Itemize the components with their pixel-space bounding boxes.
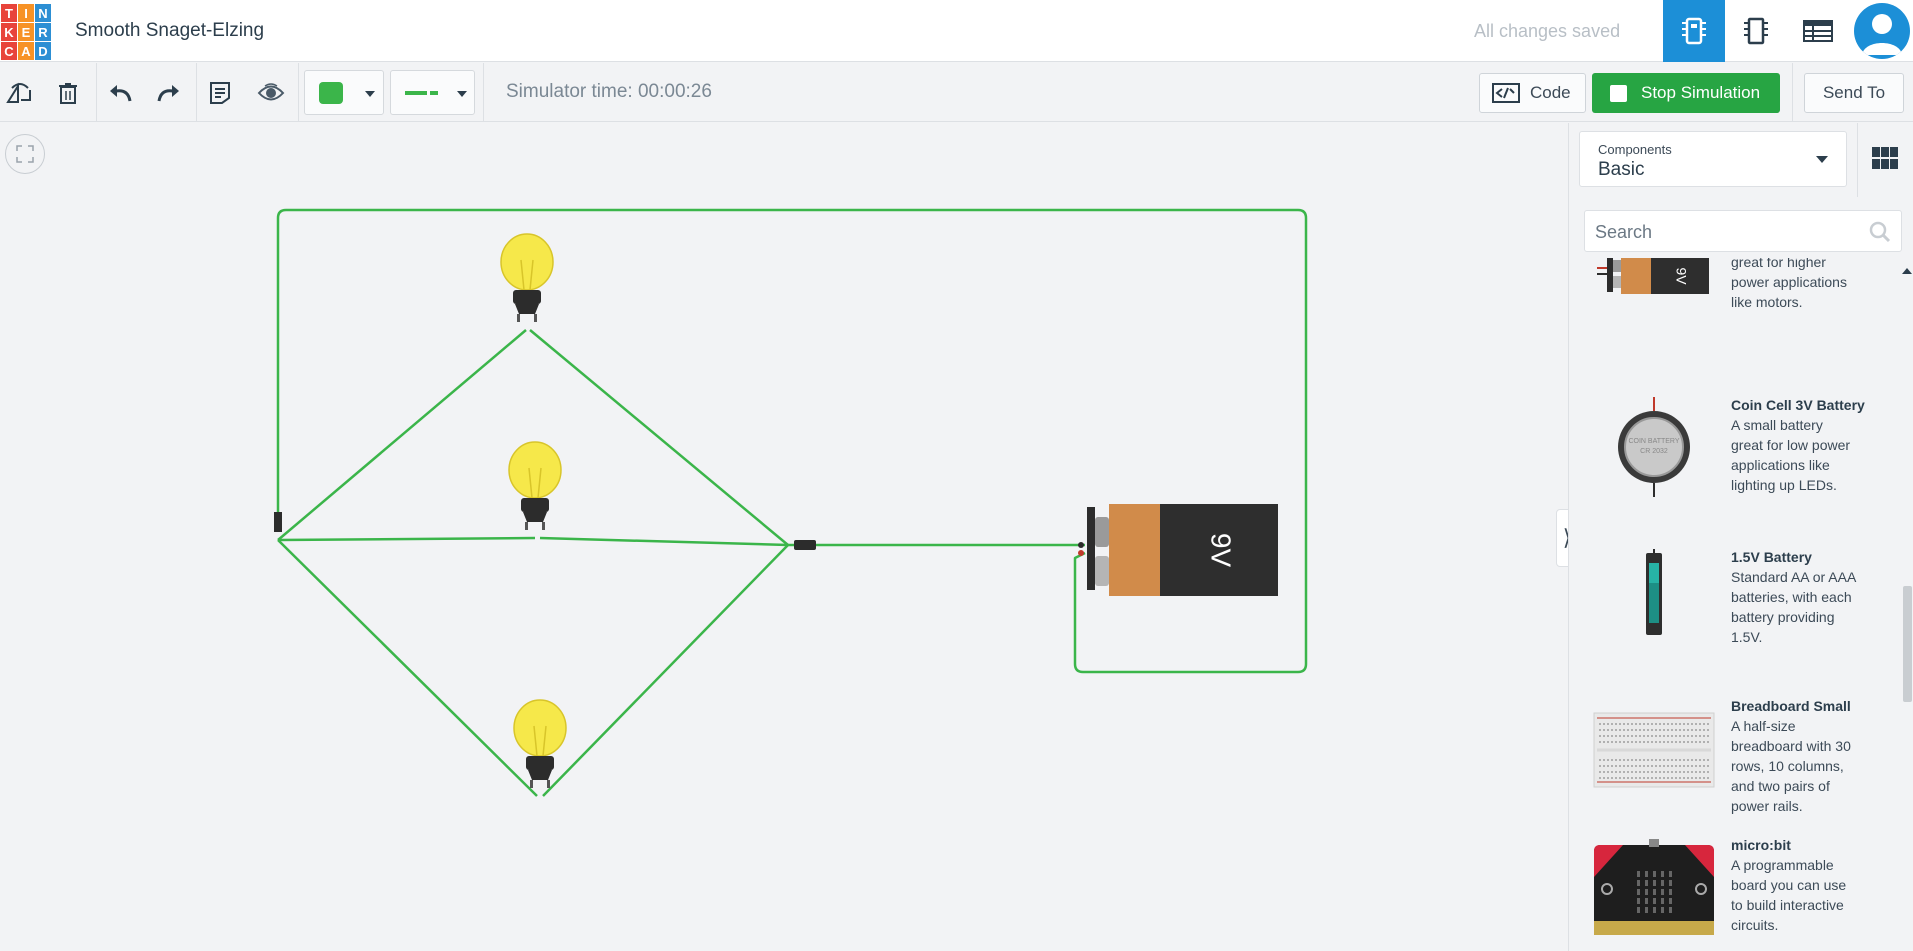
logo-letter: E — [18, 23, 34, 41]
wire-connector — [274, 512, 282, 532]
item-name: micro:bit — [1731, 837, 1791, 853]
rotate-button[interactable] — [0, 73, 40, 113]
item-desc: Standard AA or AAA batteries, with each … — [1731, 569, 1857, 645]
logo-letter: K — [1, 23, 17, 41]
components-panel: Components Basic 9V great for higher pow… — [1568, 123, 1913, 951]
coin-cell-icon: COIN BATTERY CR 2032 — [1618, 397, 1690, 497]
logo-letter: R — [35, 23, 51, 41]
project-title[interactable]: Smooth Snaget-Elzing — [75, 20, 264, 42]
send-to-button[interactable]: Send To — [1804, 73, 1904, 113]
item-name: 1.5V Battery — [1731, 549, 1812, 565]
schematic-view-button[interactable] — [1725, 0, 1787, 62]
logo-letter: T — [1, 4, 17, 22]
components-dropdown-value: Basic — [1598, 159, 1645, 180]
notes-button[interactable] — [200, 73, 240, 113]
item-desc: A half-size breadboard with 30 rows, 10 … — [1731, 718, 1851, 814]
note-icon — [210, 82, 230, 104]
wire-color-dropdown[interactable] — [304, 70, 384, 115]
item-desc: A programmable board you can use to buil… — [1731, 857, 1847, 933]
svg-text:CR 2032: CR 2032 — [1640, 448, 1668, 455]
logo-letter: I — [18, 4, 34, 22]
code-button[interactable]: Code — [1479, 73, 1586, 113]
chevron-down-icon — [1816, 156, 1828, 163]
component-list: 9V great for higher power applications l… — [1569, 258, 1899, 951]
undo-button[interactable] — [100, 73, 140, 113]
light-bulb — [513, 699, 567, 788]
logo-letter: C — [1, 42, 17, 60]
wire-type-icon — [405, 91, 438, 95]
wire — [277, 536, 536, 542]
redo-icon — [157, 85, 179, 102]
simulator-time: Simulator time: 00:00:26 — [506, 81, 712, 102]
item-name: Breadboard Small — [1731, 698, 1851, 714]
item-desc: A small battery great for low power appl… — [1731, 417, 1851, 493]
chip-icon — [1682, 17, 1706, 45]
rotate-icon — [6, 82, 31, 103]
user-icon — [1862, 14, 1902, 55]
light-bulb — [500, 233, 554, 322]
delete-button[interactable] — [48, 73, 88, 113]
undo-icon — [110, 85, 132, 102]
light-bulb — [508, 441, 562, 530]
code-button-label: Code — [1530, 83, 1571, 102]
logo-letter: A — [18, 42, 34, 60]
wire-connector — [794, 540, 816, 550]
wire-type-dropdown[interactable] — [390, 70, 475, 115]
components-dropdown[interactable]: Components Basic — [1579, 131, 1847, 187]
chevron-down-icon — [365, 91, 375, 97]
grid-view-button[interactable] — [1872, 147, 1898, 169]
redo-button[interactable] — [149, 73, 189, 113]
breadboard-icon — [1593, 712, 1715, 788]
logo-letter: N — [35, 4, 51, 22]
microbit-icon — [1594, 839, 1714, 935]
circuit-view-button[interactable] — [1663, 0, 1725, 62]
scroll-thumb[interactable] — [1903, 586, 1912, 702]
wire-color-swatch — [319, 82, 343, 104]
svg-text:9V: 9V — [1673, 267, 1689, 285]
table-icon — [1803, 20, 1833, 42]
notes-visibility-button[interactable] — [251, 73, 291, 113]
wire — [542, 544, 789, 797]
grid-icon — [1872, 147, 1880, 157]
schematic-icon — [1744, 17, 1768, 45]
wire — [276, 208, 1308, 674]
wire — [277, 539, 538, 797]
code-icon — [1492, 83, 1520, 103]
wire — [529, 329, 789, 546]
component-list-button[interactable] — [1787, 0, 1849, 62]
tinkercad-logo[interactable]: TINKERCAD — [0, 1, 51, 60]
scroll-up-icon[interactable] — [1902, 268, 1912, 274]
save-status: All changes saved — [1474, 21, 1621, 41]
circuit-canvas[interactable]: 9V — [0, 123, 1568, 951]
trash-icon — [59, 83, 77, 104]
stop-simulation-label: Stop Simulation — [1641, 83, 1761, 102]
search-box — [1584, 210, 1902, 252]
9v-battery-icon: 9V — [1597, 258, 1709, 294]
logo-letter: D — [35, 42, 51, 60]
wire — [277, 329, 527, 541]
component-list-scrollbar[interactable] — [1901, 258, 1913, 951]
search-input[interactable] — [1595, 220, 1855, 244]
aa-battery-icon — [1646, 549, 1662, 635]
user-avatar[interactable] — [1854, 3, 1910, 59]
chevron-down-icon — [457, 91, 467, 97]
svg-text:COIN BATTERY: COIN BATTERY — [1628, 438, 1679, 445]
item-name: Coin Cell 3V Battery — [1731, 397, 1865, 413]
eye-icon — [257, 83, 285, 101]
battery-label: 9V — [1206, 533, 1237, 568]
toolbar: Simulator time: 00:00:26 Code Stop Simul… — [0, 63, 1913, 122]
top-bar: TINKERCAD Smooth Snaget-Elzing All chang… — [0, 0, 1913, 62]
item-desc: great for higher power applications like… — [1731, 258, 1847, 310]
stop-simulation-button[interactable]: Stop Simulation — [1592, 73, 1780, 113]
battery-9v: 9V — [1078, 504, 1278, 596]
search-icon[interactable] — [1869, 221, 1891, 243]
stop-icon — [1610, 84, 1627, 102]
components-dropdown-label: Components — [1598, 142, 1672, 157]
wire — [539, 536, 789, 547]
